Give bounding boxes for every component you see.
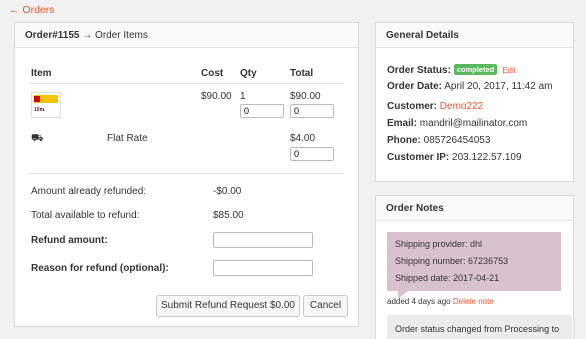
customer-label: Customer:	[387, 101, 438, 112]
order-items-panel: Order#1155 → Order Items Item Cost Qty T…	[14, 22, 359, 327]
order-items-header: Order#1155 → Order Items	[15, 23, 358, 48]
order-date-value: April 20, 2017, 11:42 am	[444, 81, 553, 92]
delete-note-link[interactable]: Delete note	[453, 297, 494, 306]
note-timestamp: added 4 days ago	[387, 297, 451, 306]
item-cost: $90.00	[201, 91, 232, 102]
cancel-button[interactable]: Cancel	[303, 295, 348, 317]
edit-status-link[interactable]: Edit	[502, 66, 516, 75]
refund-total-input[interactable]	[290, 104, 334, 118]
general-details-panel: General Details Order Status: completed E…	[375, 22, 574, 182]
refund-reason-input[interactable]	[213, 260, 313, 276]
column-qty: Qty	[240, 68, 257, 79]
column-total: Total	[290, 68, 314, 79]
column-item: Item	[31, 68, 52, 79]
phone-row: Phone: 085726454053	[387, 135, 490, 146]
order-number: Order#1155	[25, 30, 80, 41]
order-status-row: Order Status: completed Edit	[387, 64, 516, 76]
email-label: Email:	[387, 118, 418, 129]
note-line: Shipped date: 2017-04-21	[395, 273, 500, 283]
customer-link[interactable]: Demo222	[440, 101, 483, 112]
already-refunded-value: -$0.00	[213, 186, 242, 197]
order-items-title: → Order Items	[79, 30, 148, 41]
items-divider	[29, 173, 344, 174]
general-details-title: General Details	[386, 30, 459, 41]
shipping-total: $4.00	[290, 133, 316, 144]
order-note: Shipping provider: dhl Shipping number: …	[387, 232, 561, 291]
customer-ip-label: Customer IP:	[387, 152, 450, 163]
header-divider	[29, 83, 344, 84]
item-total: $90.00	[290, 91, 321, 102]
order-notes-panel: Order Notes Shipping provider: dhl Shipp…	[375, 195, 574, 339]
available-refund-value: $85.00	[213, 210, 244, 221]
phone-value: 085726454053	[423, 135, 491, 146]
product-thumbnail[interactable]: 10m.	[31, 92, 61, 118]
customer-ip-value: 203.122.57.109	[452, 152, 522, 163]
note-meta: added 4 days ago Delete note	[387, 297, 494, 306]
available-refund-label: Total available to refund:	[31, 210, 140, 221]
phone-label: Phone:	[387, 135, 421, 146]
note-line: Shipping provider: dhl	[395, 239, 483, 249]
already-refunded-label: Amount already refunded:	[31, 186, 147, 197]
back-to-orders-link[interactable]: ← Orders	[9, 4, 55, 16]
refund-qty-input[interactable]	[240, 104, 284, 118]
general-details-header: General Details	[376, 23, 573, 48]
shipping-method-label: Flat Rate	[107, 133, 148, 144]
order-date-label: Order Date:	[387, 81, 443, 92]
order-notes-header: Order Notes	[376, 196, 573, 221]
order-notes-title: Order Notes	[386, 203, 444, 214]
note-line: Shipping number: 67236753	[395, 256, 509, 266]
submit-refund-button[interactable]: Submit Refund Request $0.00	[156, 295, 300, 317]
customer-row: Customer: Demo222	[387, 101, 483, 112]
truck-icon: ⛟	[31, 133, 44, 144]
status-badge: completed	[453, 64, 498, 75]
order-note-system: Order status changed from Processing to …	[387, 315, 572, 339]
customer-ip-row: Customer IP: 203.122.57.109	[387, 152, 522, 163]
order-date-row: Order Date: April 20, 2017, 11:42 am	[387, 81, 552, 92]
refund-amount-label: Refund amount:	[31, 235, 108, 246]
email-value: mandril@mailinator.com	[419, 118, 528, 129]
shipping-refund-input[interactable]	[290, 147, 334, 161]
refund-amount-input[interactable]	[213, 232, 313, 248]
email-row: Email: mandril@mailinator.com	[387, 118, 527, 129]
refund-reason-label: Reason for refund (optional):	[31, 263, 169, 274]
column-cost: Cost	[201, 68, 224, 79]
order-status-label: Order Status:	[387, 65, 451, 76]
item-qty: 1	[240, 91, 246, 102]
